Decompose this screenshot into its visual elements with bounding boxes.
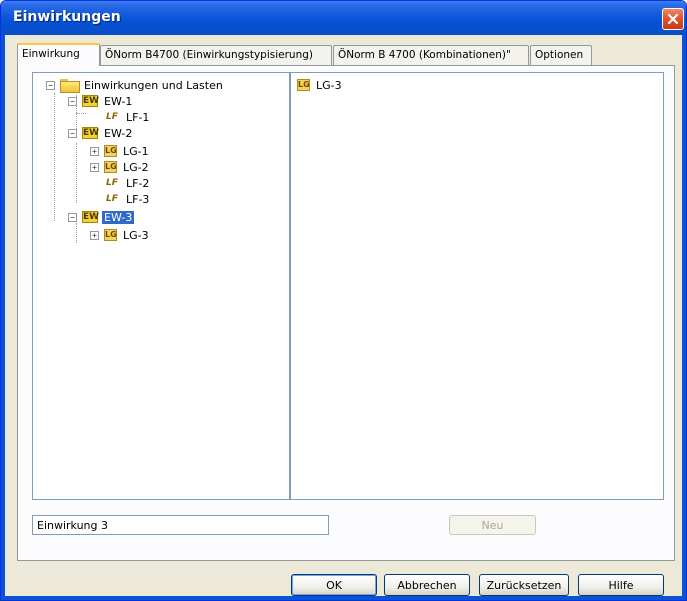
tree-item-lg-3[interactable]: + LG LG-3 — [90, 227, 151, 243]
reset-button[interactable]: Zurücksetzen — [479, 574, 569, 596]
collapse-icon[interactable]: − — [68, 212, 77, 222]
tab-panel: − Einwirkungen und Lasten − EW EW-1 LF L… — [17, 65, 675, 561]
collapse-icon[interactable]: − — [68, 128, 77, 138]
lg-icon: LG — [297, 79, 310, 91]
tab-einwirkung[interactable]: Einwirkung — [17, 43, 100, 66]
tree-item-lf-1[interactable]: LF LF-1 — [104, 109, 151, 125]
expand-icon[interactable]: + — [90, 162, 99, 172]
folder-icon — [60, 79, 80, 93]
tree-root-label: Einwirkungen und Lasten — [84, 78, 223, 92]
tree-item-lf-2[interactable]: LF LF-2 — [104, 175, 151, 191]
tab-oenorm-typisierung[interactable]: ÖNorm B4700 (Einwirkungstypisierung) — [100, 45, 332, 65]
dialog-window: Einwirkungen Einwirkung ÖNorm B4700 (Ein… — [0, 0, 687, 601]
window-frame-right — [682, 35, 686, 600]
expand-icon[interactable]: + — [90, 230, 99, 240]
name-input[interactable]: Einwirkung 3 — [32, 515, 329, 535]
close-icon — [667, 13, 679, 25]
tab-optionen[interactable]: Optionen — [530, 45, 592, 65]
list-item-lg-3[interactable]: LG LG-3 — [297, 77, 344, 93]
ew-icon: EW — [82, 127, 100, 139]
lg-icon: LG — [104, 161, 117, 173]
ew-icon: EW — [82, 211, 100, 223]
new-button[interactable]: Neu — [449, 515, 536, 535]
close-button[interactable] — [662, 8, 684, 30]
tree-item-ew-3[interactable]: − EW EW-3 — [68, 209, 135, 225]
tab-oenorm-kombinationen[interactable]: ÖNorm B 4700 (Kombinationen)" — [333, 45, 529, 65]
tree-item-ew-2[interactable]: − EW EW-2 — [68, 125, 134, 141]
title-bar[interactable]: Einwirkungen — [1, 1, 686, 35]
lf-icon: LF — [106, 112, 118, 122]
lf-icon: LF — [106, 194, 118, 204]
help-button[interactable]: Hilfe — [578, 574, 664, 596]
collapse-icon[interactable]: − — [46, 80, 55, 90]
detail-list[interactable]: LG LG-3 — [290, 72, 664, 500]
tree-item-lg-1[interactable]: + LG LG-1 — [90, 143, 151, 159]
lf-icon: LF — [106, 178, 118, 188]
collapse-icon[interactable]: − — [68, 96, 77, 106]
window-frame-left — [1, 35, 5, 600]
ew-icon: EW — [82, 95, 100, 107]
tree-item-ew-1[interactable]: − EW EW-1 — [68, 93, 134, 109]
lg-icon: LG — [104, 229, 117, 241]
tree-view[interactable]: − Einwirkungen und Lasten − EW EW-1 LF L… — [32, 72, 290, 500]
tree-item-lf-3[interactable]: LF LF-3 — [104, 191, 151, 207]
cancel-button[interactable]: Abbrechen — [384, 574, 470, 596]
window-title: Einwirkungen — [13, 9, 121, 25]
ok-button[interactable]: OK — [291, 574, 377, 596]
window-frame-bottom — [1, 596, 686, 600]
lg-icon: LG — [104, 145, 117, 157]
tree-item-lg-2[interactable]: + LG LG-2 — [90, 159, 151, 175]
expand-icon[interactable]: + — [90, 146, 99, 156]
tree-root[interactable]: − Einwirkungen und Lasten — [46, 77, 225, 93]
